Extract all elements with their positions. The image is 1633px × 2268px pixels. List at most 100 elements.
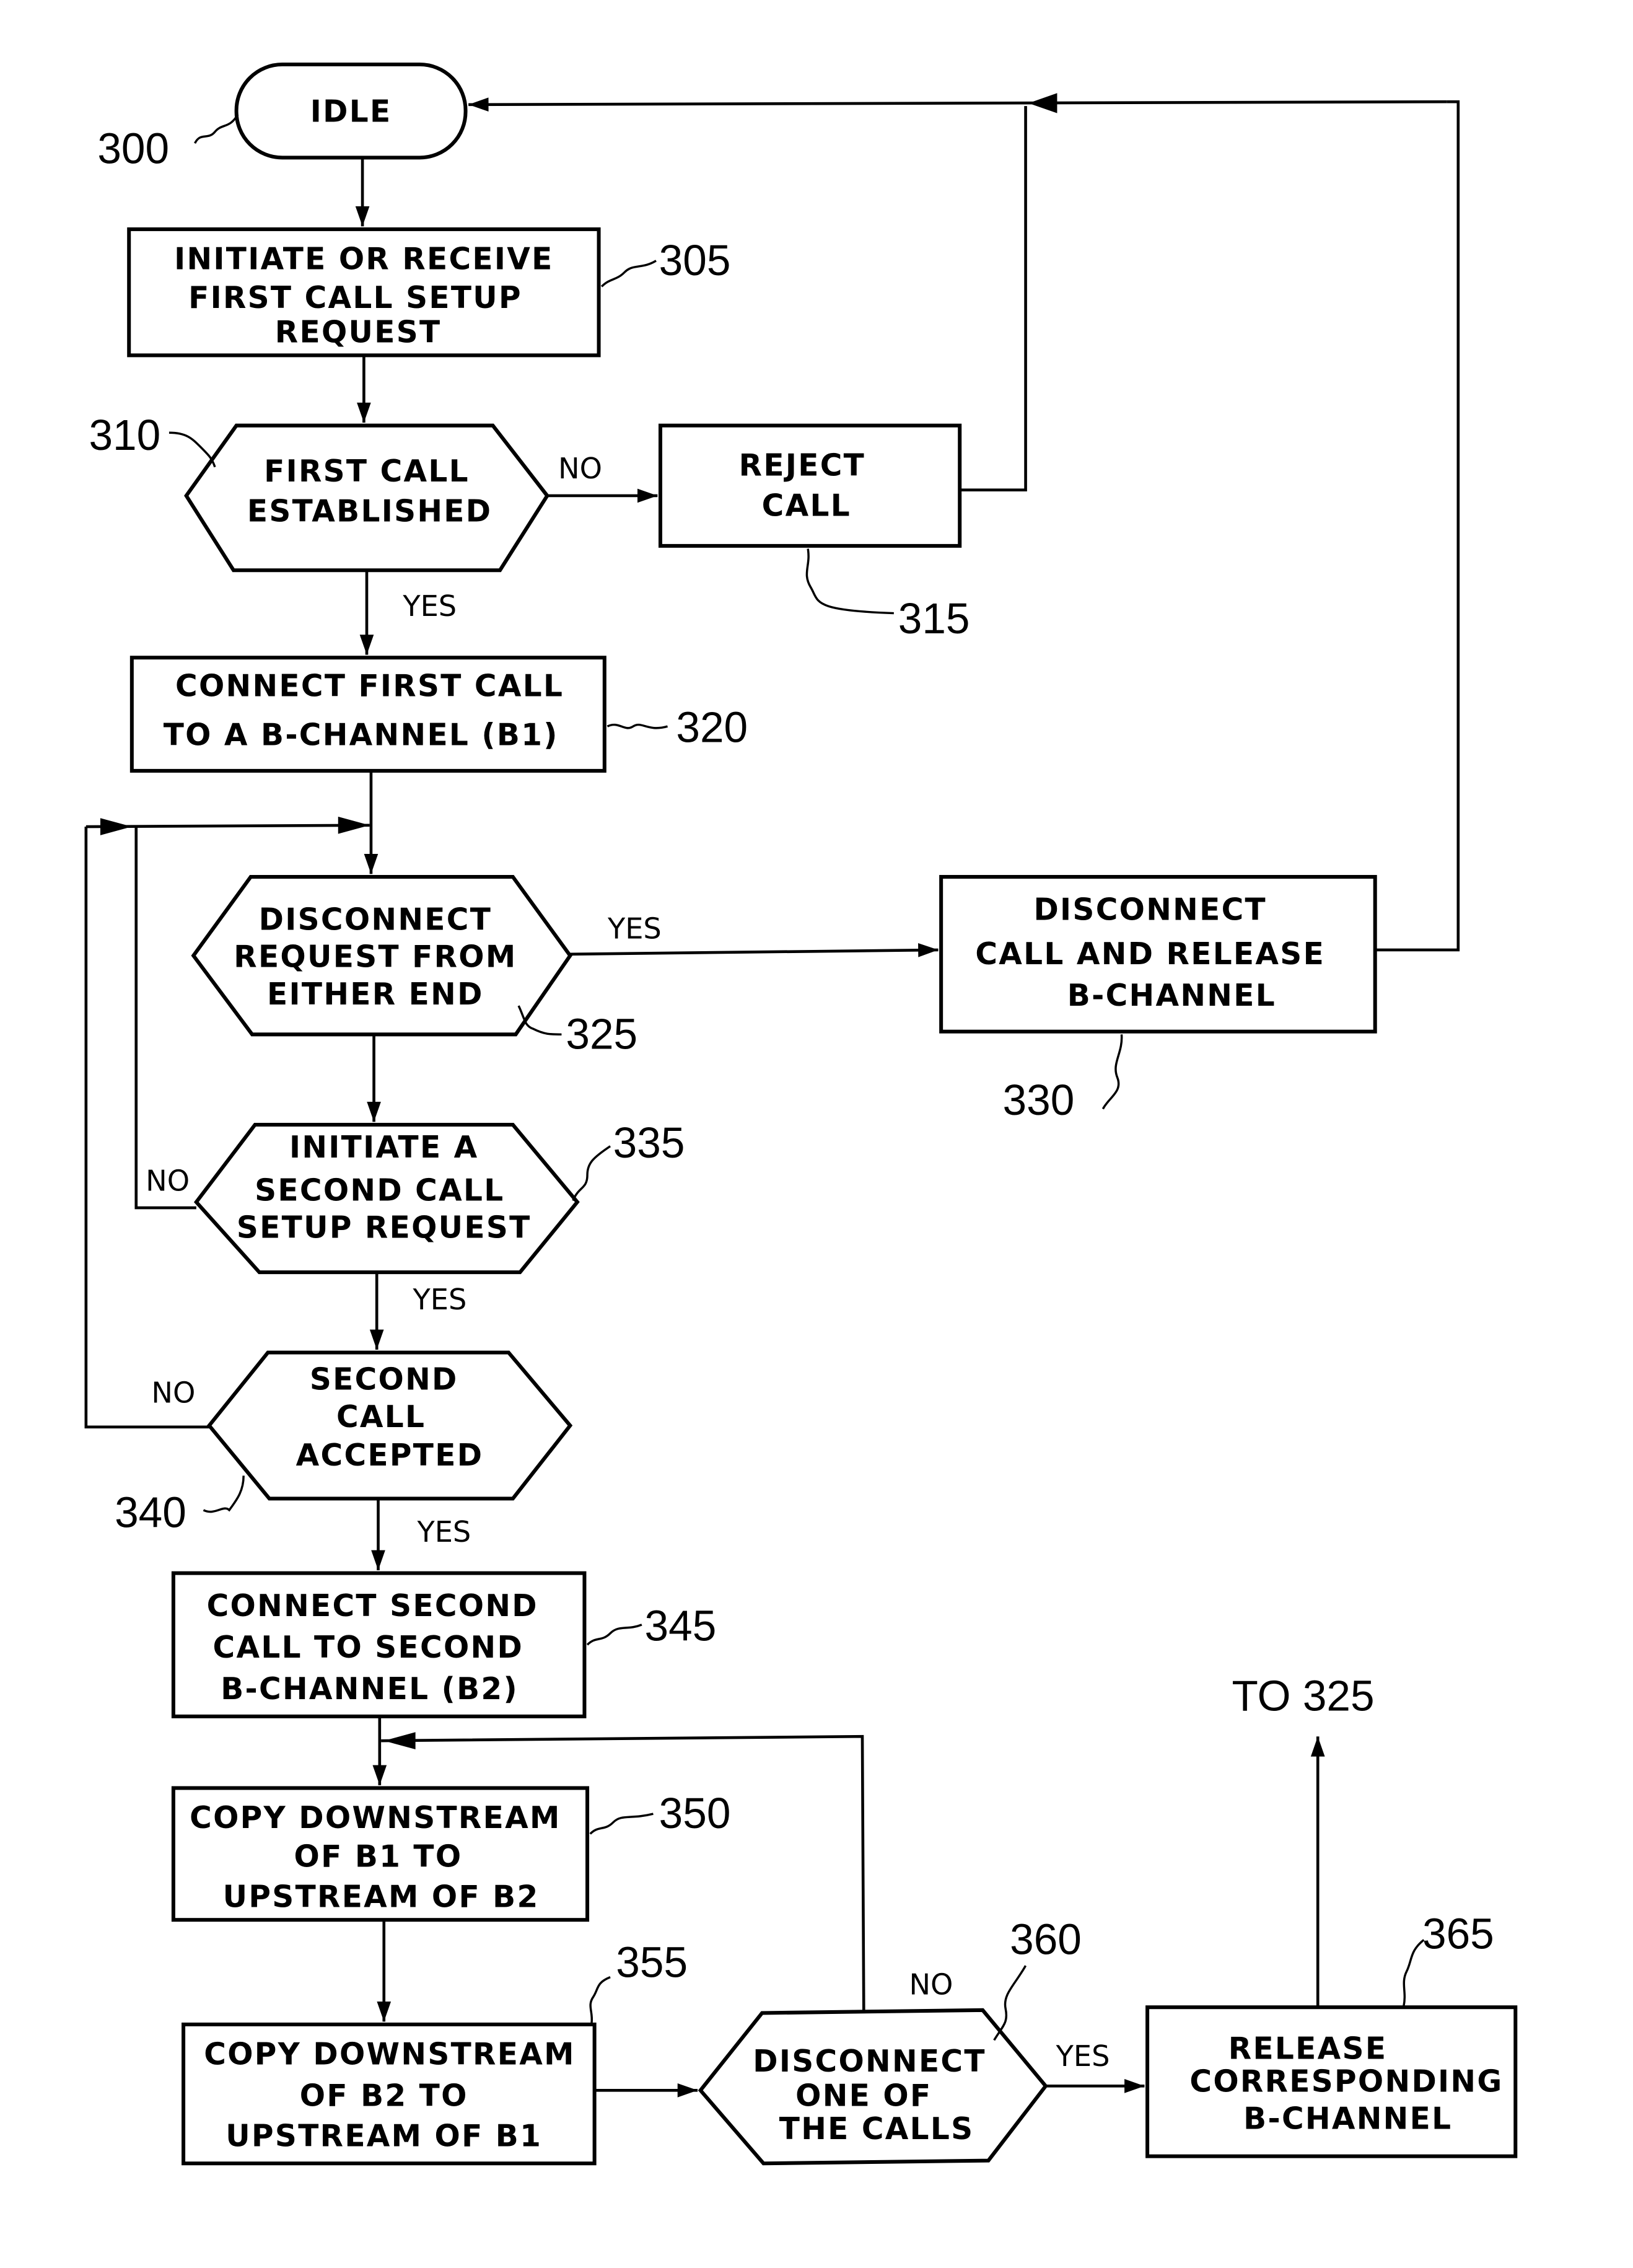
leader-310 — [169, 431, 216, 468]
node-text-line: EITHER END — [267, 977, 484, 1012]
ref-350: 350 — [659, 1789, 731, 1837]
ref-310: 310 — [89, 411, 160, 459]
node-text-line: ESTABLISHED — [247, 494, 493, 529]
label-310-no: NO — [558, 452, 602, 485]
node-330: DISCONNECT CALL AND RELEASE B-CHANNEL — [939, 874, 1377, 1034]
arrowhead-loop-inner — [338, 816, 370, 834]
ref-325: 325 — [566, 1009, 637, 1058]
label-340-no: NO — [151, 1376, 195, 1410]
edge-330-300 — [1375, 100, 1460, 952]
node-text-line: B-CHANNEL (B2) — [221, 1672, 519, 1707]
ref-365: 365 — [1422, 1909, 1494, 1958]
node-360: DISCONNECT ONE OF THE CALLS — [698, 2008, 1048, 2166]
node-365: RELEASE CORRESPONDING B-CHANNEL — [1145, 2005, 1518, 2158]
node-355: COPY DOWNSTREAM OF B2 TO UPSTREAM OF B1 — [182, 2022, 597, 2166]
node-text-line: CALL — [336, 1400, 426, 1435]
node-text-line: COPY DOWNSTREAM — [204, 2037, 575, 2072]
reference-numerals: 300 305 310 315 320 325 330 335 340 345 … — [89, 114, 1494, 2041]
node-text-line: B-CHANNEL — [1067, 978, 1276, 1013]
node-text-line: CALL TO SECOND — [213, 1630, 524, 1665]
node-text-line: UPSTREAM OF B2 — [223, 1879, 540, 1914]
leader-355 — [589, 1976, 611, 2023]
node-text-line: B-CHANNEL — [1243, 2102, 1452, 2137]
label-310-yes: YES — [402, 589, 457, 623]
label-325-yes: YES — [607, 912, 662, 945]
arrowhead-junction — [1028, 93, 1057, 113]
node-text-line: SETUP REQUEST — [237, 1211, 532, 1246]
node-text-line: CALL — [762, 488, 851, 523]
node-text-line: OF B2 TO — [300, 2079, 468, 2114]
node-340: SECOND CALL ACCEPTED — [206, 1350, 573, 1501]
leader-345 — [586, 1624, 642, 1646]
node-text: IDLE — [310, 95, 392, 130]
node-text-line: SECOND — [310, 1363, 458, 1397]
ref-320: 320 — [676, 703, 748, 752]
leader-315 — [805, 548, 894, 615]
node-305: INITIATE OR RECEIVE FIRST CALL SETUP REQ… — [127, 227, 601, 358]
process-shape — [658, 423, 962, 548]
node-310: FIRST CALL ESTABLISHED — [184, 423, 550, 573]
edge-335-325 — [134, 827, 196, 1210]
arrowhead-360-loop — [383, 1732, 416, 1750]
node-text-line: RELEASE — [1228, 2031, 1388, 2066]
label-335-yes: YES — [413, 1283, 467, 1316]
ref-360: 360 — [1010, 1915, 1082, 1964]
edge-315-300 — [960, 106, 1027, 492]
ref-335: 335 — [613, 1119, 685, 1167]
edge-return-idle — [468, 97, 1447, 112]
leader-350 — [589, 1813, 654, 1835]
ref-315: 315 — [898, 594, 970, 643]
node-320: CONNECT FIRST CALL TO A B-CHANNEL (B1) — [129, 656, 606, 773]
label-335-no: NO — [146, 1164, 190, 1197]
node-text-line: OF B1 TO — [294, 1840, 463, 1875]
node-text-line: SECOND CALL — [255, 1174, 504, 1208]
label-340-yes: YES — [416, 1515, 471, 1549]
node-text-line: REQUEST — [275, 315, 442, 350]
node-text-line: THE CALLS — [779, 2112, 974, 2147]
node-text-line: DISCONNECT — [259, 903, 493, 938]
node-350: COPY DOWNSTREAM OF B1 TO UPSTREAM OF B2 — [171, 1786, 590, 1922]
node-text-line: DISCONNECT — [753, 2044, 986, 2079]
ref-300: 300 — [97, 125, 169, 173]
node-text-line: INITIATE A — [289, 1130, 479, 1165]
node-325: DISCONNECT REQUEST FROM EITHER END — [191, 874, 573, 1037]
ref-355: 355 — [616, 1938, 688, 1987]
node-text-line: CONNECT FIRST CALL — [175, 669, 564, 704]
leader-340 — [203, 1475, 245, 1513]
flowchart: IDLE INITIATE OR RECEIVE FIRST CALL SETU… — [84, 63, 1518, 2166]
node-text-line: REJECT — [739, 449, 865, 483]
edge-340-325 — [84, 827, 209, 1429]
arrowhead-loop-outer — [100, 818, 132, 835]
node-text-line: CONNECT SECOND — [207, 1589, 538, 1624]
leader-300 — [194, 114, 239, 144]
node-315: REJECT CALL — [658, 423, 962, 548]
leader-330 — [1101, 1034, 1123, 1110]
leader-305 — [600, 260, 657, 288]
leader-320 — [606, 723, 668, 729]
node-text-line: UPSTREAM OF B1 — [225, 2119, 542, 2153]
ref-330: 330 — [1003, 1076, 1075, 1124]
node-text-line: CORRESPONDING — [1189, 2065, 1503, 2099]
ref-305: 305 — [659, 236, 731, 284]
node-text-line: ACCEPTED — [296, 1438, 484, 1473]
node-text-line: REQUEST FROM — [234, 940, 517, 975]
node-300-idle: IDLE — [234, 63, 468, 160]
label-360-yes: YES — [1056, 2039, 1110, 2073]
ref-345: 345 — [645, 1601, 717, 1650]
leader-335 — [572, 1145, 611, 1202]
label-offpage: TO 325 — [1232, 1672, 1374, 1720]
leader-365 — [1403, 1939, 1425, 2006]
node-text-line: CALL AND RELEASE — [975, 937, 1325, 972]
node-335: INITIATE A SECOND CALL SETUP REQUEST — [193, 1122, 580, 1275]
node-text-line: DISCONNECT — [1033, 892, 1267, 927]
node-text-line: ONE OF — [795, 2079, 932, 2114]
edge-325-330 — [570, 943, 939, 957]
label-360-no: NO — [909, 1967, 953, 2001]
node-text-line: COPY DOWNSTREAM — [190, 1801, 561, 1835]
node-text-line: FIRST CALL SETUP — [188, 281, 522, 315]
node-text-line: FIRST CALL — [264, 454, 470, 489]
node-text-line: TO A B-CHANNEL (B1) — [164, 718, 559, 752]
ref-340: 340 — [115, 1488, 186, 1537]
node-345: CONNECT SECOND CALL TO SECOND B-CHANNEL … — [171, 1571, 587, 1718]
node-text-line: INITIATE OR RECEIVE — [174, 242, 554, 277]
